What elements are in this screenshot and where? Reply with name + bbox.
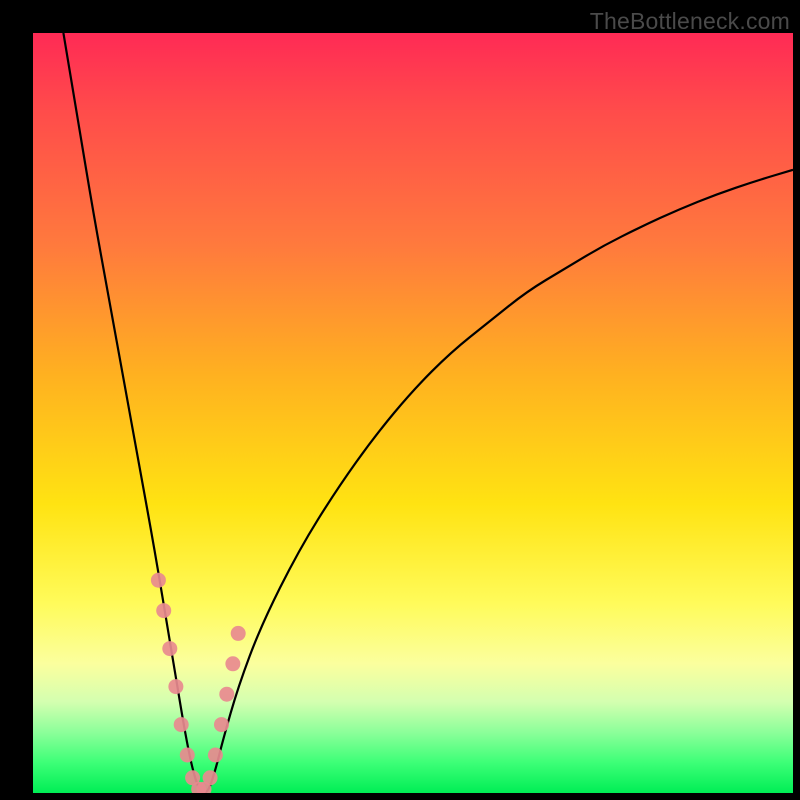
plot-area	[33, 33, 793, 793]
chart-container: TheBottleneck.com	[0, 0, 800, 800]
marker-point	[203, 770, 218, 785]
curve-layer	[33, 33, 793, 793]
bottleneck-curve	[63, 33, 793, 793]
marker-point	[151, 573, 166, 588]
marker-point	[168, 679, 183, 694]
marker-point	[214, 717, 229, 732]
watermark-text: TheBottleneck.com	[590, 8, 790, 35]
marker-point	[219, 687, 234, 702]
marker-point	[180, 748, 195, 763]
marker-point	[225, 656, 240, 671]
marker-point	[162, 641, 177, 656]
marker-point	[156, 603, 171, 618]
marker-point	[208, 748, 223, 763]
marker-point	[231, 626, 246, 641]
highlight-markers	[151, 573, 246, 793]
marker-point	[174, 717, 189, 732]
